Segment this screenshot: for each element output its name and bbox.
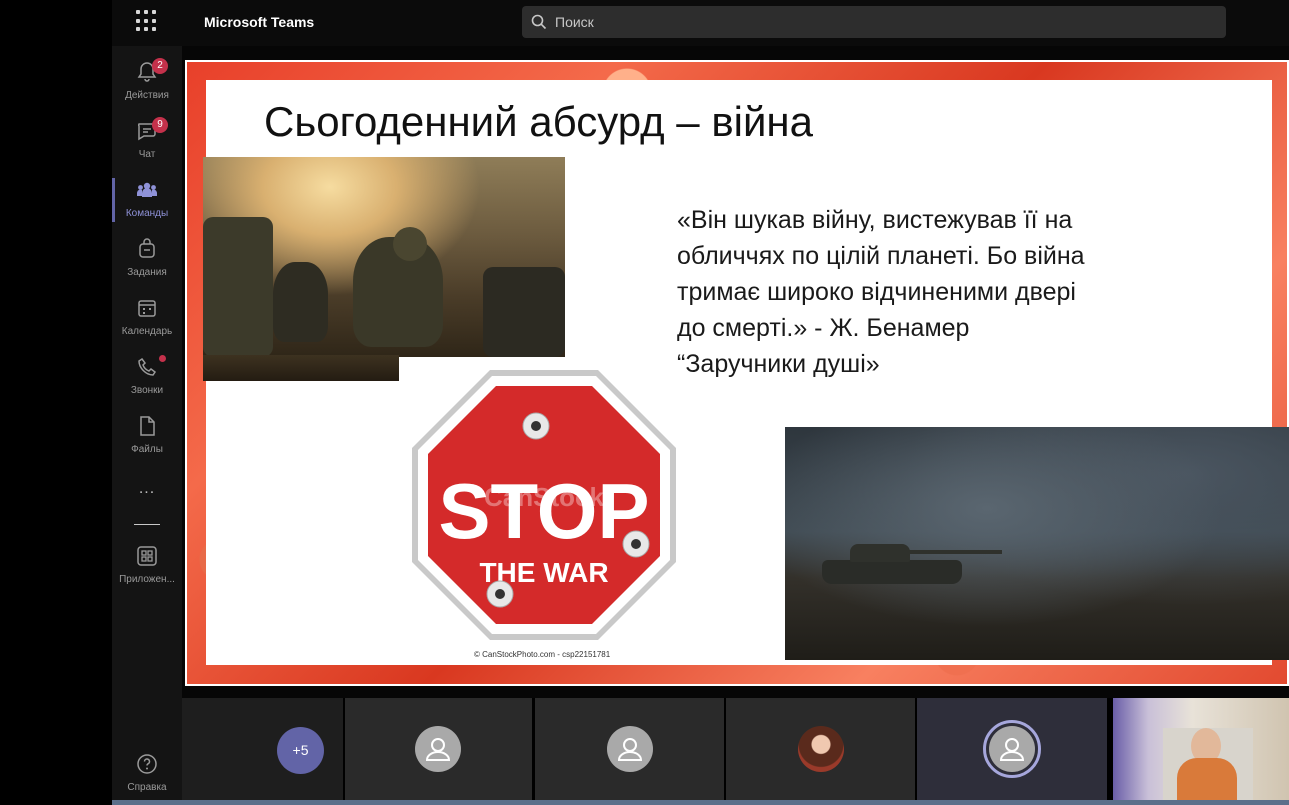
rail-label: Чат — [138, 149, 156, 160]
participant-video-tile[interactable] — [1113, 698, 1289, 800]
rail-item-apps[interactable]: Приложен... — [112, 538, 182, 594]
soldiers-trench-photo-bottom — [203, 355, 399, 381]
chat-badge: 9 — [152, 117, 168, 133]
stock-watermark: CanStock — [484, 482, 604, 512]
apps-icon — [137, 546, 157, 566]
search-icon — [531, 14, 547, 30]
app-title: Microsoft Teams — [204, 14, 315, 30]
quote-line: до смерті.» - Ж. Бенамер — [677, 314, 970, 342]
rail-item-more[interactable]: ... — [112, 476, 182, 506]
rail-label: Файлы — [131, 444, 163, 455]
rail-item-activity[interactable]: 2 Действия — [112, 54, 182, 110]
rail-item-chat[interactable]: 9 Чат — [112, 113, 182, 169]
app-bar: 2 Действия 9 Чат Команды Задания Календа… — [112, 46, 182, 805]
rail-item-teams[interactable]: Команды — [112, 172, 182, 228]
left-black-area — [0, 0, 112, 805]
teams-icon — [137, 182, 157, 197]
avatar-photo — [798, 726, 844, 772]
quote-line: «Він шукав війну, вистежував її на — [677, 206, 1073, 234]
rail-item-calendar[interactable]: Календарь — [112, 290, 182, 346]
rail-label: Задания — [127, 267, 167, 278]
participant-tile-speaking[interactable] — [917, 698, 1107, 800]
stop-the-war-sign: STOP CanStock THE WAR — [410, 368, 678, 642]
rail-label: Действия — [125, 90, 169, 101]
calendar-icon — [138, 300, 156, 317]
file-icon — [140, 416, 155, 436]
avatar-icon — [607, 726, 653, 772]
quote-line: “Заручники душі» — [677, 350, 880, 378]
rail-label: Звонки — [130, 385, 164, 396]
soldiers-trench-photo — [203, 157, 565, 357]
calls-notification-dot — [159, 355, 166, 362]
rail-separator — [134, 524, 160, 525]
rail-label: Команды — [125, 208, 169, 219]
activity-badge: 2 — [152, 58, 168, 74]
rail-item-assignments[interactable]: Задания — [112, 231, 182, 287]
avatar-icon — [989, 726, 1035, 772]
participant-tile[interactable] — [726, 698, 915, 800]
rail-label: Справка — [127, 782, 167, 793]
tank-shape — [822, 560, 962, 584]
stock-credit: © CanStockPhoto.com - csp22151781 — [474, 650, 611, 659]
quote-line: тримає широко відчиненими двері — [677, 278, 1076, 306]
assignments-icon — [139, 238, 155, 258]
participant-tile[interactable] — [535, 698, 724, 800]
app-launcher-icon[interactable] — [136, 10, 158, 32]
more-icon: ... — [138, 480, 156, 497]
more-participants-button[interactable]: +5 — [277, 727, 324, 774]
rail-item-calls[interactable]: Звонки — [112, 349, 182, 405]
participant-tile[interactable] — [345, 698, 532, 800]
rail-item-files[interactable]: Файлы — [112, 408, 182, 464]
taskbar-edge — [112, 800, 1289, 805]
help-icon — [137, 754, 157, 774]
search-box[interactable]: Поиск — [522, 6, 1226, 38]
quote-block: «Він шукав війну, вистежував її на облич… — [677, 202, 1197, 382]
quote-line: обличчях по цілій планеті. Бо війна — [677, 242, 1085, 270]
rail-label: Календарь — [121, 326, 173, 337]
tank-barrel-shape — [906, 550, 1002, 554]
rail-item-help[interactable]: Справка — [112, 746, 182, 802]
slide-title: Сьогоденний абсурд – війна — [264, 98, 813, 145]
avatar-icon — [415, 726, 461, 772]
tank-turret-shape — [850, 544, 910, 562]
search-placeholder: Поиск — [555, 14, 594, 30]
phone-icon — [138, 357, 157, 376]
rail-label: Приложен... — [119, 574, 175, 585]
